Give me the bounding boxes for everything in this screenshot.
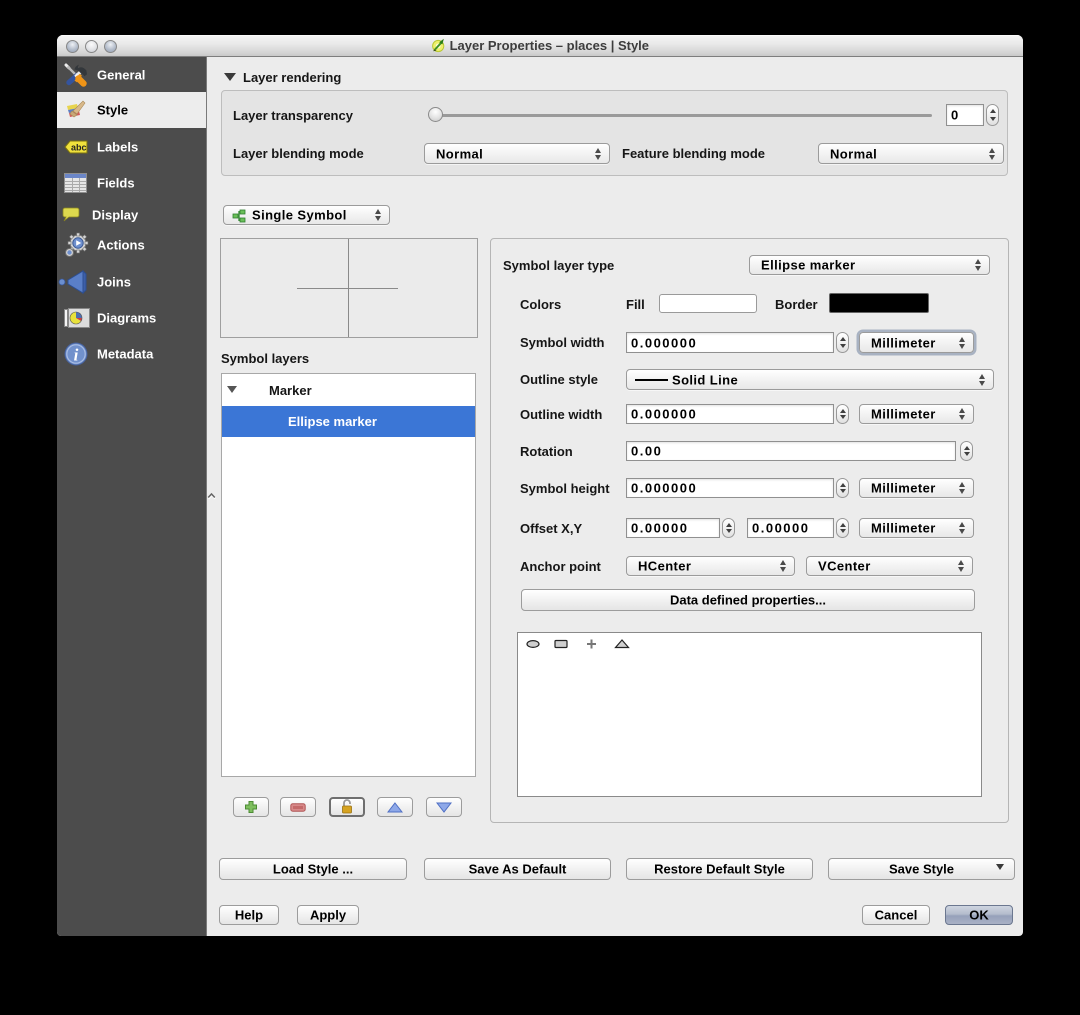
svg-text:i: i — [74, 346, 79, 365]
svg-text:abc: abc — [71, 143, 87, 153]
